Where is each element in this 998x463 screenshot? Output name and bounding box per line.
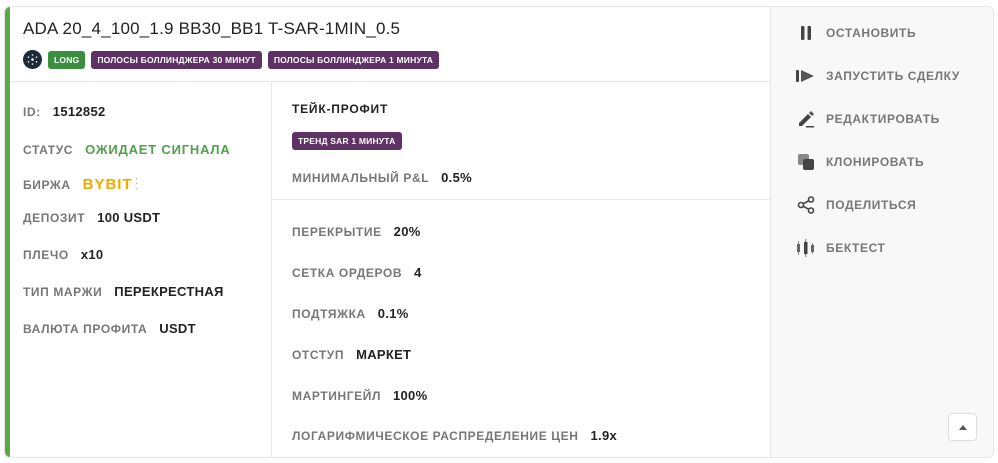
exchange-label: БИРЖА <box>23 177 71 192</box>
take-profit-badge: ТРЕНД SAR 1 МИНУТА <box>292 132 402 150</box>
deposit-value: 100 USDT <box>97 210 161 225</box>
margin-label: ТИП МАРЖИ <box>23 284 103 299</box>
clone-button[interactable]: КЛОНИРОВАТЬ <box>796 152 924 172</box>
take-profit-title: ТЕЙК-ПРОФИТ <box>292 102 389 116</box>
play-icon <box>796 66 816 86</box>
bybit-logo-mark: ▪ ▪ ▪ <box>135 176 138 192</box>
take-profit-section: ТЕЙК-ПРОФИТ ТРЕНД SAR 1 МИНУТА МИНИМАЛЬН… <box>272 82 770 200</box>
pause-icon <box>796 23 816 43</box>
start-deal-button[interactable]: ЗАПУСТИТЬ СДЕЛКУ <box>796 66 960 86</box>
leverage-row: ПЛЕЧО x10 <box>23 247 103 262</box>
bot-card: ADA 20_4_100_1.9 BB30_BB1 T-SAR-1MIN_0.5… <box>4 6 994 458</box>
status-row: СТАТУС ОЖИДАЕТ СИГНАЛА <box>23 142 231 157</box>
overlap-row: ПЕРЕКРЫТИЕ 20% <box>292 224 421 239</box>
share-icon <box>796 195 816 215</box>
log-distribution-row: ЛОГАРИФМИЧЕСКОЕ РАСПРЕДЕЛЕНИЕ ЦЕН 1.9x <box>292 428 617 443</box>
bybit-logo: BYBIT ▪ ▪ ▪ <box>83 176 138 193</box>
share-button[interactable]: ПОДЕЛИТЬСЯ <box>796 195 916 215</box>
strategy-badge-bb30: ПОЛОСЫ БОЛЛИНДЖЕРА 30 МИНУТ <box>91 50 262 69</box>
bot-settings: ТЕЙК-ПРОФИТ ТРЕНД SAR 1 МИНУТА МИНИМАЛЬН… <box>272 82 770 457</box>
bot-header: ADA 20_4_100_1.9 BB30_BB1 T-SAR-1MIN_0.5… <box>10 7 770 82</box>
pullup-value: 0.1% <box>377 306 409 321</box>
pencil-icon <box>796 109 816 129</box>
stop-button[interactable]: ОСТАНОВИТЬ <box>796 23 916 43</box>
overlap-label: ПЕРЕКРЫТИЕ <box>292 224 382 239</box>
edit-button-label: РЕДАКТИРОВАТЬ <box>826 112 940 126</box>
exchange-row: БИРЖА BYBIT ▪ ▪ ▪ <box>23 176 137 193</box>
indent-label: ОТСТУП <box>292 347 345 362</box>
candles-icon <box>796 238 816 258</box>
share-button-label: ПОДЕЛИТЬСЯ <box>826 198 917 212</box>
id-label: ID: <box>23 104 41 119</box>
stop-button-label: ОСТАНОВИТЬ <box>826 26 917 40</box>
margin-value: ПЕРЕКРЕСТНАЯ <box>114 284 224 299</box>
deposit-row: ДЕПОЗИТ 100 USDT <box>23 210 160 225</box>
overlap-value: 20% <box>393 224 421 239</box>
caret-up-icon <box>958 424 967 430</box>
actions-panel: ОСТАНОВИТЬ ЗАПУСТИТЬ СДЕЛКУ РЕДАКТИРОВАТ… <box>770 7 993 457</box>
backtest-button-label: БЕКТЕСТ <box>826 241 886 255</box>
take-profit-badge-row: ТРЕНД SAR 1 МИНУТА <box>292 132 402 150</box>
id-row: ID: 1512852 <box>23 104 106 119</box>
min-pnl-row: МИНИМАЛЬНЫЙ P&L 0.5% <box>292 170 472 185</box>
edit-button[interactable]: РЕДАКТИРОВАТЬ <box>796 109 940 129</box>
direction-badge: LONG <box>48 50 86 69</box>
strategy-badge-bb1: ПОЛОСЫ БОЛЛИНДЖЕРА 1 МИНУТА <box>267 50 440 69</box>
start-deal-button-label: ЗАПУСТИТЬ СДЕЛКУ <box>826 69 960 83</box>
profit-currency-value: USDT <box>159 321 196 336</box>
backtest-button[interactable]: БЕКТЕСТ <box>796 238 885 258</box>
margin-row: ТИП МАРЖИ ПЕРЕКРЕСТНАЯ <box>23 284 224 299</box>
bot-title: ADA 20_4_100_1.9 BB30_BB1 T-SAR-1MIN_0.5 <box>23 19 401 38</box>
martingale-row: МАРТИНГЕЙЛ 100% <box>292 388 427 403</box>
copy-icon <box>796 152 816 172</box>
status-value: ОЖИДАЕТ СИГНАЛА <box>85 142 231 157</box>
bybit-logo-text: BYBIT <box>82 176 133 193</box>
bot-details: ID: 1512852 СТАТУС ОЖИДАЕТ СИГНАЛА БИРЖА… <box>10 82 272 457</box>
take-profit-title-row: ТЕЙК-ПРОФИТ <box>292 102 388 116</box>
clone-button-label: КЛОНИРОВАТЬ <box>826 155 925 169</box>
status-label: СТАТУС <box>23 142 74 157</box>
log-distribution-value: 1.9x <box>590 428 618 443</box>
id-value: 1512852 <box>52 104 106 119</box>
min-pnl-value: 0.5% <box>441 170 472 185</box>
martingale-label: МАРТИНГЕЙЛ <box>292 388 381 403</box>
scroll-top-button[interactable] <box>948 413 977 441</box>
bot-badges: LONG ПОЛОСЫ БОЛЛИНДЖЕРА 30 МИНУТ ПОЛОСЫ … <box>23 50 440 69</box>
orders-label: СЕТКА ОРДЕРОВ <box>292 265 403 280</box>
deposit-label: ДЕПОЗИТ <box>23 210 86 225</box>
orders-value: 4 <box>414 265 422 280</box>
orders-row: СЕТКА ОРДЕРОВ 4 <box>292 265 422 280</box>
martingale-value: 100% <box>392 388 428 403</box>
log-distribution-label: ЛОГАРИФМИЧЕСКОЕ РАСПРЕДЕЛЕНИЕ ЦЕН <box>292 428 579 443</box>
profit-currency-row: ВАЛЮТА ПРОФИТА USDT <box>23 321 196 336</box>
leverage-value: x10 <box>80 247 104 262</box>
indent-value: МАРКЕТ <box>356 347 412 362</box>
pullup-row: ПОДТЯЖКА 0.1% <box>292 306 409 321</box>
profit-currency-label: ВАЛЮТА ПРОФИТА <box>23 321 148 336</box>
pullup-label: ПОДТЯЖКА <box>292 306 366 321</box>
min-pnl-label: МИНИМАЛЬНЫЙ P&L <box>292 170 430 185</box>
leverage-label: ПЛЕЧО <box>23 247 69 262</box>
indent-row: ОТСТУП МАРКЕТ <box>292 347 411 362</box>
cardano-icon <box>23 50 42 69</box>
